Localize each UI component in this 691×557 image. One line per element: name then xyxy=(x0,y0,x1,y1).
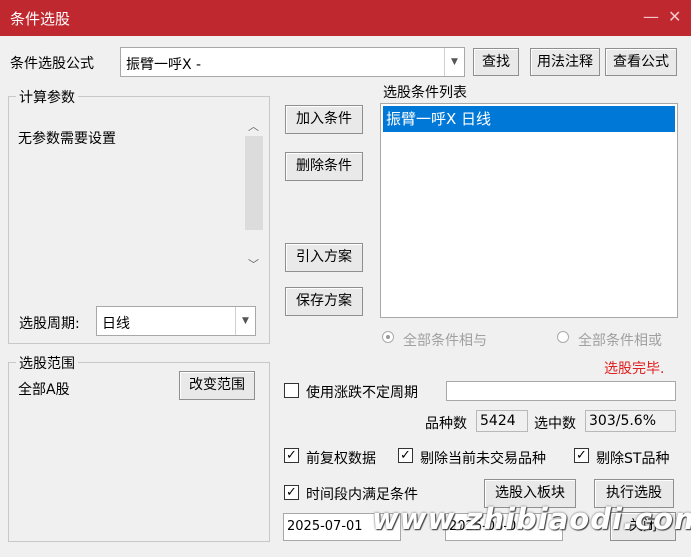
adjust-label: 前复权数据 xyxy=(306,451,376,467)
chevron-down-icon[interactable]: ﹀ xyxy=(248,256,259,272)
exclude-untraded-checkbox[interactable]: ✓ xyxy=(398,448,413,463)
selected-label: 选中数 xyxy=(534,416,576,432)
find-button[interactable]: 查找 xyxy=(473,48,519,76)
formula-value: 振臂一呼X - xyxy=(126,57,202,73)
save-plan-button[interactable]: 保存方案 xyxy=(285,287,363,316)
and-radio[interactable] xyxy=(382,331,394,343)
adjust-checkbox[interactable]: ✓ xyxy=(284,448,299,463)
irregular-period-input[interactable] xyxy=(446,381,676,401)
status-text: 选股完毕. xyxy=(604,361,665,377)
chevron-up-icon[interactable]: ︿ xyxy=(248,118,259,134)
or-label: 全部条件相或 xyxy=(578,333,662,349)
params-scrollbar[interactable]: ︿ ﹀ xyxy=(244,116,264,276)
add-condition-button[interactable]: 加入条件 xyxy=(285,105,363,134)
scope-value: 全部A股 xyxy=(18,382,70,398)
usage-note-button[interactable]: 用法注释 xyxy=(530,48,600,76)
chevron-down-icon[interactable]: ▼ xyxy=(444,48,464,76)
scope-group-label: 选股范围 xyxy=(16,353,78,373)
import-plan-button[interactable]: 引入方案 xyxy=(285,243,363,272)
exclude-st-checkbox[interactable]: ✓ xyxy=(574,448,589,463)
watermark: www.zhibiaodi.com xyxy=(372,502,691,536)
view-formula-button[interactable]: 查看公式 xyxy=(605,48,677,76)
close-icon[interactable]: ✕ xyxy=(668,7,681,26)
and-label: 全部条件相与 xyxy=(403,333,487,349)
scrollbar-thumb[interactable] xyxy=(245,136,263,230)
params-message: 无参数需要设置 xyxy=(18,131,116,147)
irregular-period-checkbox[interactable] xyxy=(284,383,299,398)
condition-list-label: 选股条件列表 xyxy=(383,85,467,101)
period-satisfy-checkbox[interactable]: ✓ xyxy=(284,485,299,500)
period-select[interactable]: 日线 ▼ xyxy=(96,306,256,336)
checkmark-icon: ✓ xyxy=(400,448,411,463)
exclude-st-label: 剔除ST品种 xyxy=(596,451,670,467)
delete-condition-button[interactable]: 删除条件 xyxy=(285,152,363,181)
or-radio[interactable] xyxy=(557,331,569,343)
count-value: 5424 xyxy=(476,410,528,432)
change-scope-button[interactable]: 改变范围 xyxy=(179,371,255,400)
start-date-value: 2025-07-01 xyxy=(287,519,363,534)
checkmark-icon: ✓ xyxy=(286,448,297,463)
formula-label: 条件选股公式 xyxy=(10,56,94,72)
title-bar: 条件选股 — ✕ xyxy=(0,0,691,36)
window-title: 条件选股 xyxy=(10,10,71,28)
formula-select[interactable]: 振臂一呼X - ▼ xyxy=(120,47,465,77)
minimize-icon[interactable]: — xyxy=(643,7,659,26)
condition-list-item[interactable]: 振臂一呼X 日线 xyxy=(383,106,675,132)
params-group-label: 计算参数 xyxy=(16,87,78,107)
chevron-down-icon[interactable]: ▼ xyxy=(235,307,255,335)
exclude-untraded-label: 剔除当前未交易品种 xyxy=(420,451,546,467)
count-label: 品种数 xyxy=(425,416,467,432)
checkmark-icon: ✓ xyxy=(576,448,587,463)
checkmark-icon: ✓ xyxy=(286,485,297,500)
irregular-period-label: 使用涨跌不定周期 xyxy=(306,385,418,401)
condition-list[interactable]: 振臂一呼X 日线 xyxy=(380,103,678,318)
period-satisfy-label: 时间段内满足条件 xyxy=(306,487,418,503)
period-value: 日线 xyxy=(102,316,130,332)
selected-value: 303/5.6% xyxy=(585,410,676,432)
period-label: 选股周期: xyxy=(19,316,80,332)
